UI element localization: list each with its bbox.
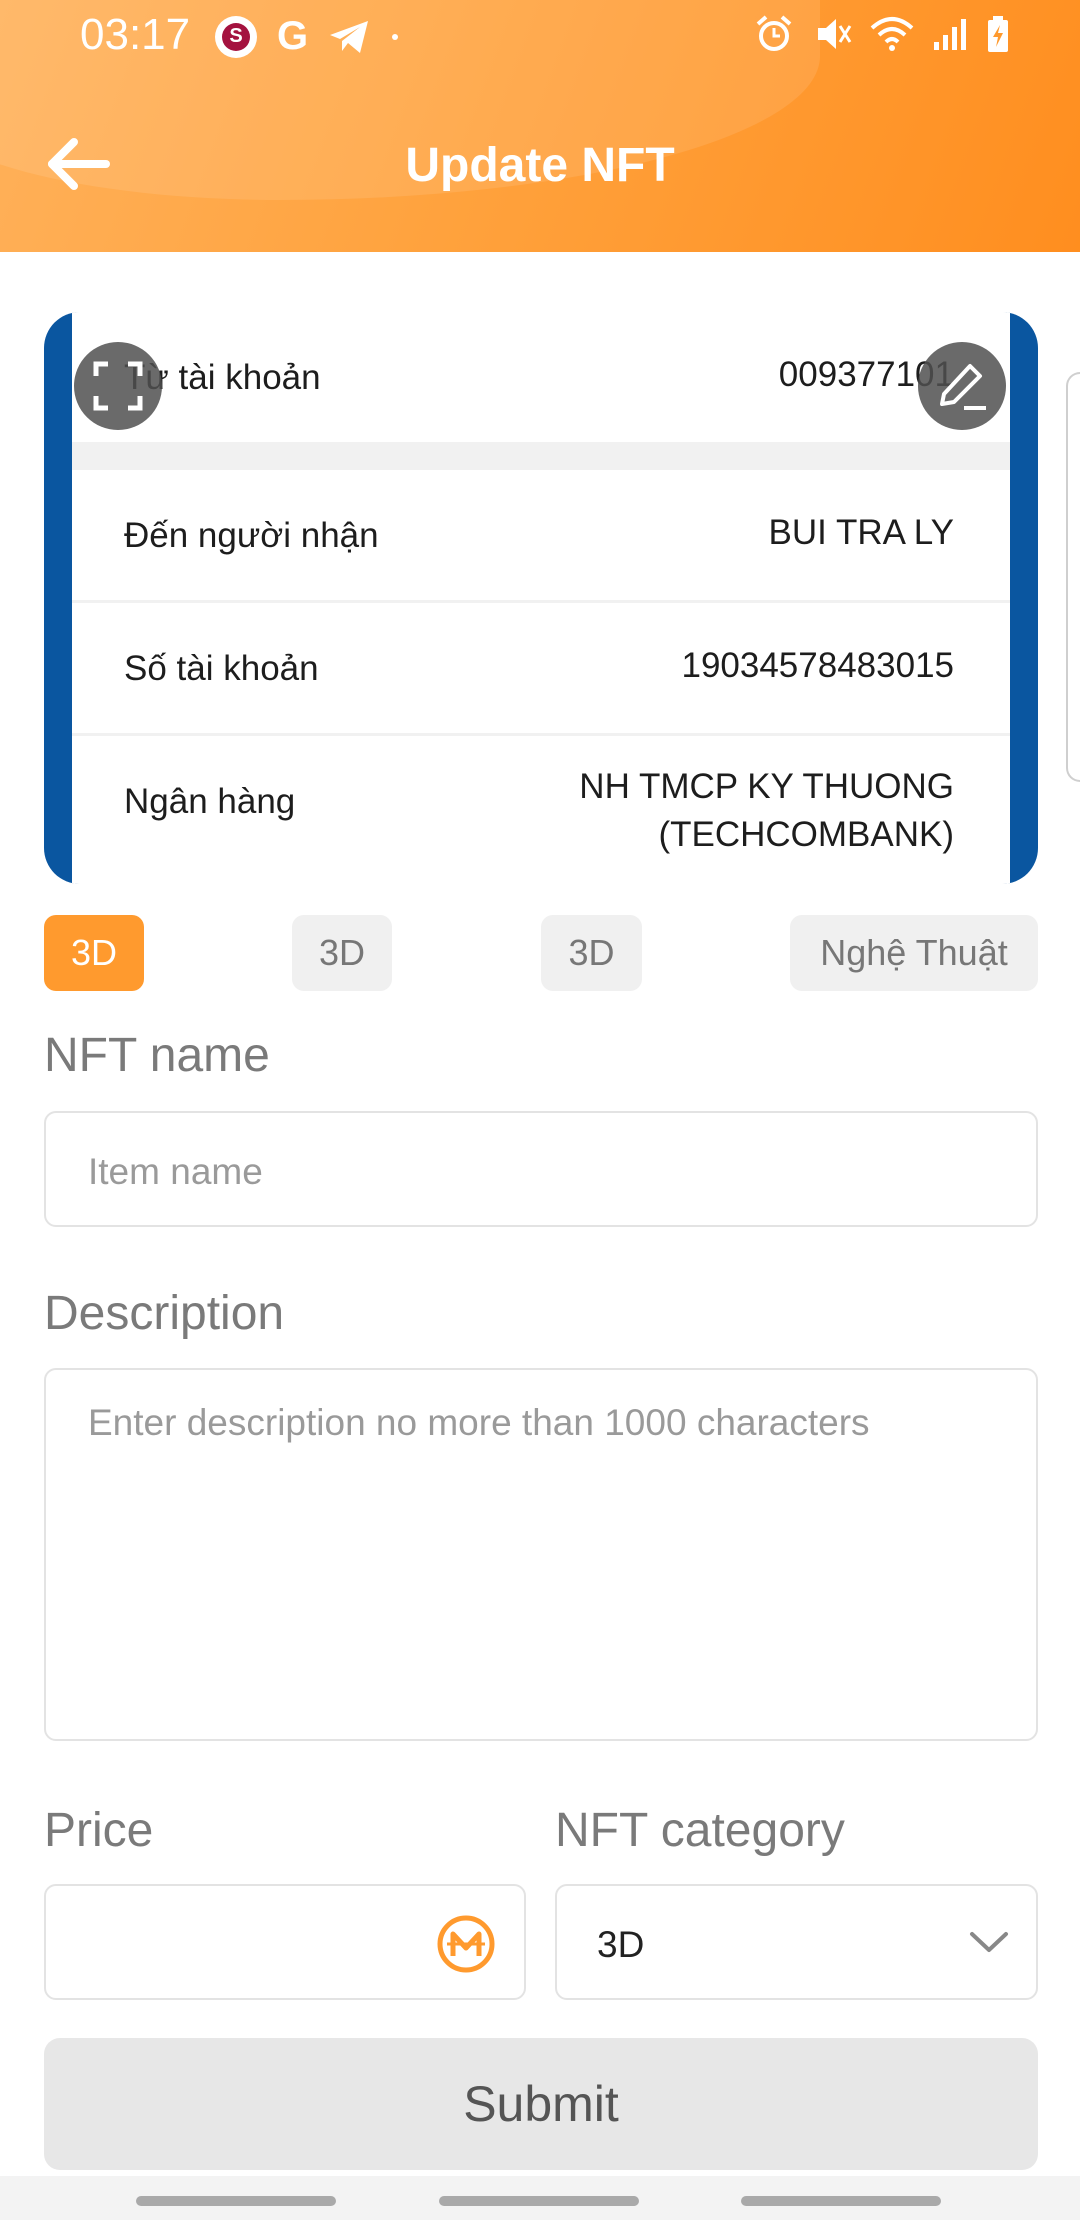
chevron-down-icon: [970, 1932, 1008, 1952]
nft-name-label: NFT name: [44, 1029, 270, 1082]
page-title: Update NFT: [405, 139, 675, 192]
nft-category-value: 3D: [597, 1924, 645, 1965]
category-chip-3d[interactable]: 3D: [541, 915, 642, 991]
side-panel-handle[interactable]: [1066, 372, 1080, 782]
description-placeholder: Enter description no more than 1000 char…: [88, 1402, 870, 1443]
receipt-label: Ngân hàng: [124, 782, 296, 821]
nft-category-select[interactable]: 3D: [555, 1884, 1038, 2000]
price-input[interactable]: [44, 1884, 526, 2000]
alarm-icon: [756, 15, 792, 51]
receipt-row: Từ tài khoản 009377101: [72, 312, 1010, 442]
dot-icon: [392, 33, 399, 40]
nav-home-handle[interactable]: [439, 2196, 639, 2206]
signal-icon: [934, 19, 966, 50]
receipt-label: Đến người nhận: [124, 516, 379, 555]
pencil-edit-icon: [940, 364, 986, 410]
mute-icon: [818, 19, 852, 49]
fullscreen-icon: [93, 361, 143, 411]
edit-image-button[interactable]: [918, 342, 1006, 430]
system-nav-bar: [0, 2176, 1080, 2220]
status-bar: 03:17 S G: [0, 0, 1080, 72]
nav-back-handle[interactable]: [741, 2196, 941, 2206]
nft-category-label: NFT category: [555, 1804, 845, 1857]
receipt-row: Ngân hàng NH TMCP KY THUONG (TECHCOMBANK…: [72, 736, 1010, 884]
category-chip-3d[interactable]: 3D: [44, 915, 144, 991]
receipt-value: BUI TRA LY: [768, 513, 954, 552]
submit-button[interactable]: Submit: [44, 2038, 1038, 2170]
nav-recents-handle[interactable]: [136, 2196, 336, 2206]
receipt-value: NH TMCP KY THUONG: [579, 767, 954, 806]
nft-name-placeholder: Item name: [88, 1151, 263, 1192]
receipt-label: Số tài khoản: [124, 649, 319, 688]
description-label: Description: [44, 1287, 285, 1340]
nft-image-preview: Từ tài khoản 009377101 Đến người nhận BU…: [44, 312, 1038, 884]
receipt-image: Từ tài khoản 009377101 Đến người nhận BU…: [72, 312, 1010, 884]
wifi-icon: [870, 17, 914, 51]
category-chip-nghe-thuat[interactable]: Nghệ Thuật: [790, 915, 1038, 991]
nft-name-input[interactable]: Item name: [44, 1111, 1038, 1227]
battery-charging-icon: [988, 16, 1008, 52]
g-app-icon: G: [277, 14, 309, 58]
receipt-value: 19034578483015: [681, 646, 954, 685]
category-chip-3d[interactable]: 3D: [292, 915, 392, 991]
receipt-row: Đến người nhận BUI TRA LY: [72, 470, 1010, 600]
status-time: 03:17: [80, 10, 191, 59]
s-app-icon: S: [215, 15, 257, 58]
fullscreen-button[interactable]: [74, 342, 162, 430]
price-label: Price: [44, 1804, 154, 1857]
coin-m-icon: [437, 1915, 495, 1973]
receipt-row: Số tài khoản 19034578483015: [72, 603, 1010, 733]
app-header: 03:17 S G Update NFT: [0, 0, 1080, 252]
description-textarea[interactable]: Enter description no more than 1000 char…: [44, 1368, 1038, 1741]
receipt-value-line2: (TECHCOMBANK): [658, 815, 954, 854]
telegram-icon: [330, 20, 369, 53]
